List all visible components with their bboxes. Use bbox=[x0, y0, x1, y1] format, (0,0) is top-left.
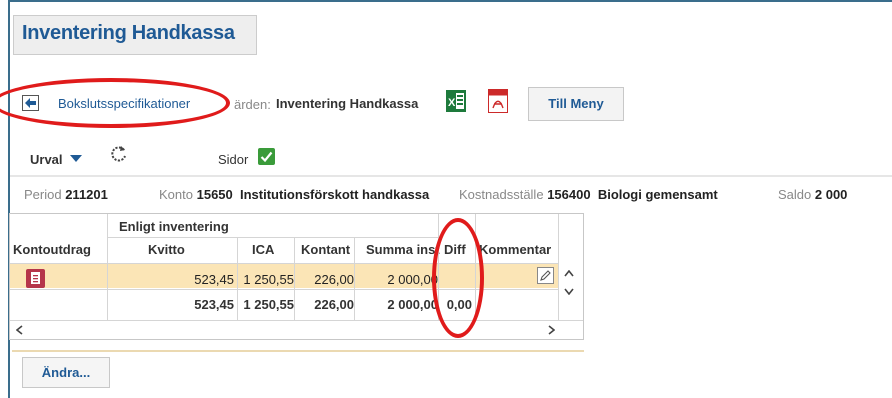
pdf-icon[interactable] bbox=[488, 89, 508, 113]
period-label: Period bbox=[24, 187, 62, 202]
chevron-down-icon[interactable] bbox=[564, 288, 574, 295]
divider bbox=[10, 175, 892, 177]
total-summa-inst: 2 000,00 bbox=[387, 297, 438, 312]
sidor-label: Sidor bbox=[218, 152, 249, 167]
column-header-kontoutdrag[interactable]: Kontoutdrag bbox=[13, 242, 91, 257]
refresh-icon[interactable] bbox=[110, 145, 128, 163]
grid-line bbox=[354, 237, 355, 320]
document-icon[interactable] bbox=[26, 269, 45, 288]
grid-line bbox=[10, 320, 583, 321]
row-kontant: 226,00 bbox=[314, 272, 354, 287]
chevron-right-icon[interactable] bbox=[548, 325, 555, 335]
grid-line bbox=[237, 237, 238, 320]
grid-line bbox=[475, 214, 476, 320]
breadcrumb-link-bokslutsspecifikationer[interactable]: Bokslutsspecifikationer bbox=[58, 96, 190, 111]
excel-icon[interactable]: X bbox=[446, 90, 466, 112]
column-header-summa-inst[interactable]: Summa inst bbox=[366, 242, 440, 257]
grid-line bbox=[107, 237, 438, 238]
frame-top-border bbox=[8, 0, 892, 2]
grid-line bbox=[10, 263, 558, 264]
kostnadsstalle-value: 156400 bbox=[547, 187, 591, 202]
grid-line bbox=[558, 214, 559, 320]
row-summa-inst: 2 000,00 bbox=[387, 272, 438, 287]
edit-comment-button[interactable] bbox=[537, 267, 554, 284]
chevron-up-icon[interactable] bbox=[564, 270, 574, 277]
sidor-checkbox[interactable] bbox=[258, 148, 275, 165]
arrow-left-icon bbox=[25, 98, 36, 108]
grid-line bbox=[438, 214, 439, 320]
konto-value: 15650 bbox=[196, 187, 233, 202]
column-header-kvitto[interactable]: Kvitto bbox=[148, 242, 185, 257]
document-glyph-icon bbox=[31, 272, 40, 284]
svg-text:X: X bbox=[448, 97, 456, 109]
total-kontant: 226,00 bbox=[314, 297, 354, 312]
page-title-box: Inventering Handkassa bbox=[13, 15, 257, 55]
column-header-kommentar[interactable]: Kommentar bbox=[479, 242, 551, 257]
page-title: Inventering Handkassa bbox=[22, 22, 235, 44]
grid-line bbox=[107, 214, 108, 320]
kostnadsstalle-name: Biologi gemensamt bbox=[597, 187, 718, 202]
saldo-value: 2 000 bbox=[814, 187, 848, 202]
saldo-label: Saldo bbox=[778, 187, 812, 202]
checkmark-icon bbox=[260, 151, 273, 163]
till-meny-button[interactable]: Till Meny bbox=[528, 87, 624, 121]
chevron-left-icon[interactable] bbox=[16, 325, 23, 335]
total-diff: 0,00 bbox=[446, 297, 472, 312]
period-info: Period 211201 bbox=[24, 187, 108, 202]
konto-info: Konto 15650 Institutionsförskott handkas… bbox=[159, 187, 429, 202]
back-button[interactable] bbox=[22, 95, 39, 111]
urval-dropdown-label[interactable]: Urval bbox=[30, 152, 63, 167]
inventory-table: Enligt inventering Kontoutdrag Kvitto IC… bbox=[9, 213, 584, 340]
period-value: 211201 bbox=[65, 187, 108, 202]
row-kvitto: 523,45 bbox=[194, 272, 234, 287]
row-ica: 1 250,55 bbox=[243, 272, 294, 287]
konto-label: Konto bbox=[159, 187, 193, 202]
column-header-ica[interactable]: ICA bbox=[252, 242, 274, 257]
grid-line bbox=[10, 289, 558, 290]
column-header-diff[interactable]: Diff bbox=[444, 242, 466, 257]
konto-name: Institutionsförskott handkassa bbox=[240, 187, 430, 202]
andra-button[interactable]: Ändra... bbox=[22, 357, 110, 388]
kostnadsstalle-info: Kostnadsställe 156400 Biologi gemensamt bbox=[459, 187, 718, 202]
caret-down-icon[interactable] bbox=[70, 155, 82, 163]
breadcrumb-current: Inventering Handkassa bbox=[276, 96, 419, 111]
divider bbox=[12, 350, 584, 352]
pencil-icon bbox=[540, 270, 551, 281]
total-ica: 1 250,55 bbox=[243, 297, 294, 312]
grid-line bbox=[294, 237, 295, 320]
group-header-enligt-inventering: Enligt inventering bbox=[119, 219, 229, 234]
kostnadsstalle-label: Kostnadsställe bbox=[459, 187, 544, 202]
column-header-kontant[interactable]: Kontant bbox=[301, 242, 350, 257]
saldo-info: Saldo 2 000 bbox=[778, 187, 847, 202]
breadcrumb-label: ärden: bbox=[234, 97, 271, 112]
total-kvitto: 523,45 bbox=[194, 297, 234, 312]
